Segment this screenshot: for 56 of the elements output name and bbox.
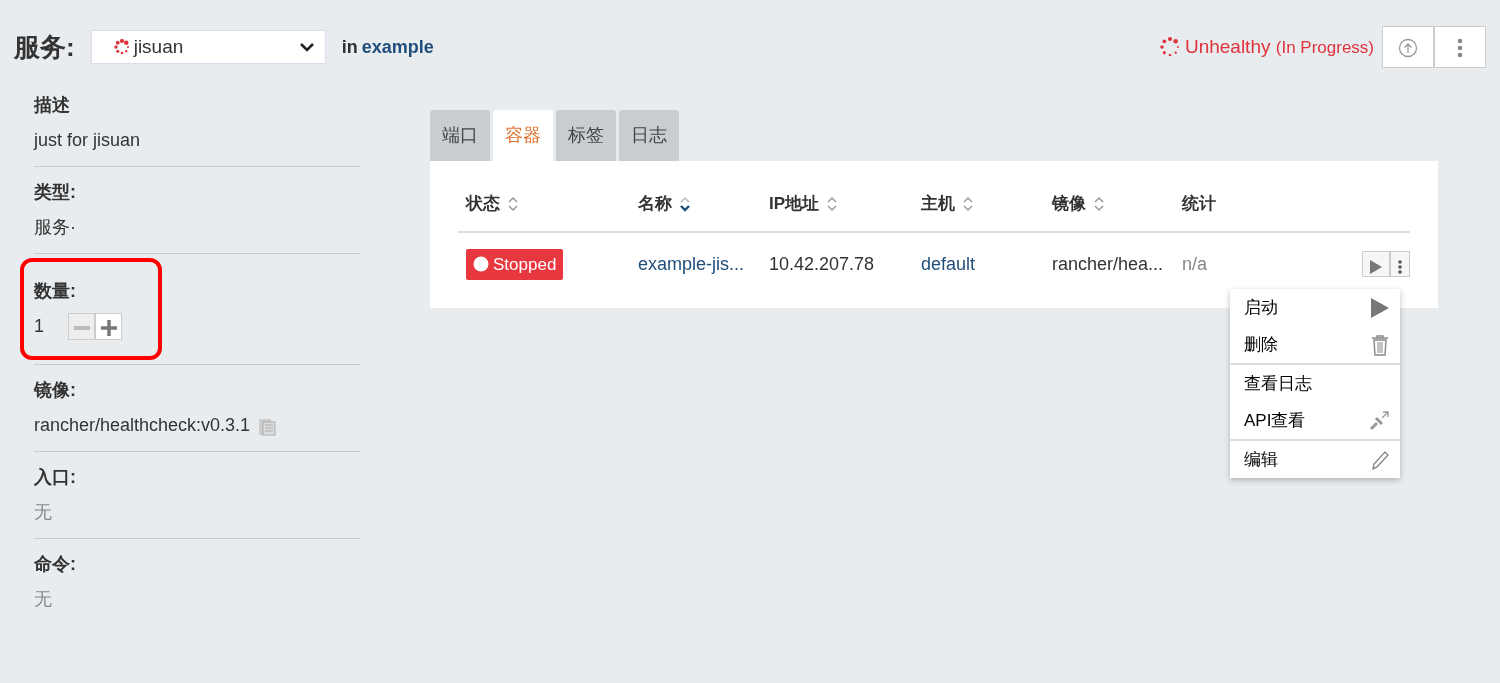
column-header[interactable]: IP地址: [769, 191, 820, 217]
play-icon: [1369, 258, 1383, 275]
detail-label: 描述: [34, 94, 71, 117]
detail-value: 服务·: [34, 216, 76, 239]
tab[interactable]: 端口: [430, 110, 490, 161]
detail-value: rancher/healthcheck:v0.3.1: [34, 414, 251, 437]
link-icon: [1368, 409, 1390, 432]
state-badge: Stopped: [466, 248, 564, 280]
detail-label: 命令:: [34, 553, 77, 576]
stats-value: n/a: [1182, 253, 1208, 274]
dot-icon: [473, 256, 489, 273]
spinner-icon: [113, 39, 130, 55]
start-button[interactable]: [1362, 251, 1390, 278]
detail-label: 入口:: [34, 466, 77, 489]
upload-icon: [1398, 37, 1418, 58]
menu-item[interactable]: 删除: [1230, 326, 1400, 363]
detail-label: 类型:: [34, 181, 77, 204]
health-status: Unhealthy (In Progress): [1184, 34, 1374, 59]
sort-icon[interactable]: [680, 195, 690, 212]
detail-value: 无: [34, 501, 52, 524]
column-header[interactable]: 主机: [921, 191, 955, 217]
kebab-icon: [1397, 258, 1403, 275]
spinner-icon: [1158, 36, 1181, 58]
scale-value: 1: [34, 315, 44, 338]
tab[interactable]: 标签: [556, 110, 616, 161]
host-link[interactable]: default: [921, 253, 976, 274]
plus-icon: [99, 319, 118, 338]
column-header[interactable]: 状态: [466, 191, 500, 217]
detail-value: 无: [34, 588, 52, 611]
in-label: in: [341, 35, 358, 59]
detail-label: 镜像:: [34, 379, 77, 402]
ip-address: 10.42.207.78: [769, 253, 875, 274]
chevron-down-icon: [298, 41, 315, 53]
upgrade-button[interactable]: [1382, 26, 1434, 68]
trash-icon: [1370, 333, 1390, 356]
increase-button[interactable]: [95, 313, 122, 340]
tab[interactable]: 日志: [619, 110, 679, 161]
menu-item[interactable]: 编辑: [1230, 441, 1400, 478]
column-header[interactable]: 统计: [1182, 191, 1216, 217]
menu-item[interactable]: API查看: [1230, 402, 1400, 439]
image-name: rancher/hea...: [1052, 253, 1164, 274]
kebab-icon: [1457, 37, 1463, 58]
menu-item[interactable]: 查看日志: [1230, 365, 1400, 402]
play-icon: [1370, 296, 1390, 319]
column-header[interactable]: 镜像: [1052, 191, 1086, 217]
pencil-icon: [1370, 448, 1390, 471]
service-select[interactable]: jisuan: [90, 30, 326, 64]
stack-link[interactable]: example: [361, 33, 434, 61]
container-name-link[interactable]: example-jis...: [638, 253, 745, 274]
detail-label: 数量:: [34, 280, 77, 303]
minus-icon: [73, 326, 90, 331]
detail-value: just for jisuan: [34, 129, 141, 152]
menu-item[interactable]: 启动: [1230, 289, 1400, 326]
more-button[interactable]: [1390, 251, 1410, 278]
page-title: 服务:: [14, 30, 75, 64]
column-header[interactable]: 名称: [638, 191, 672, 217]
